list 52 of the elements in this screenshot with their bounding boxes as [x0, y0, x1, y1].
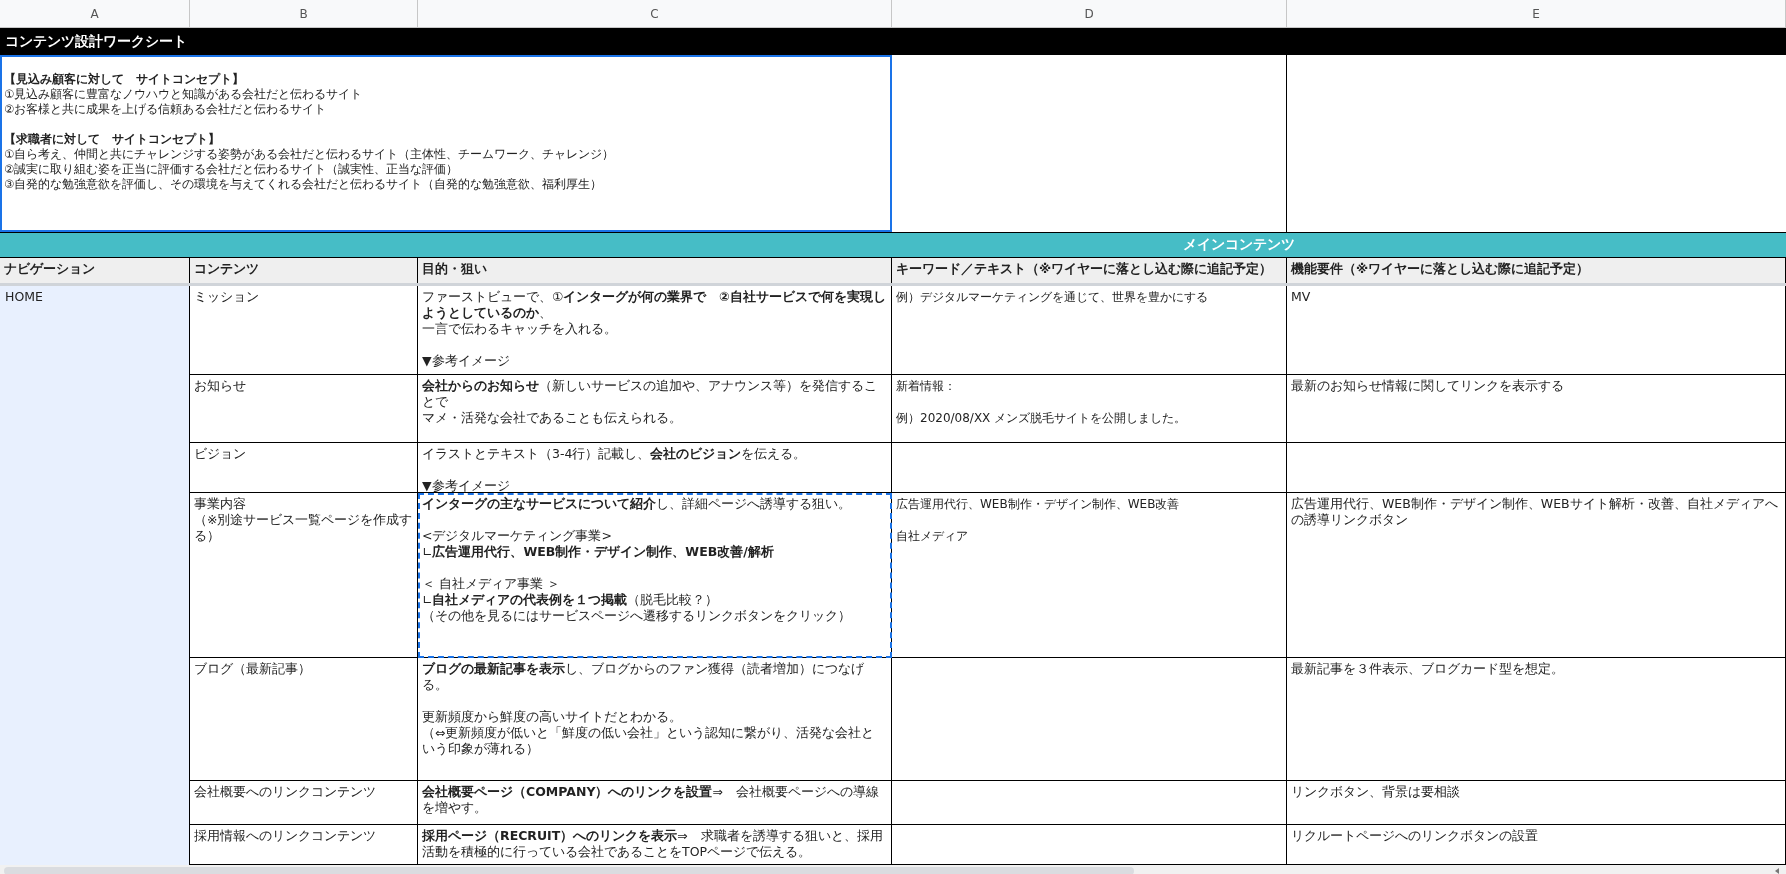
cell-text: （⇔更新頻度が低いと「鮮度の低い会社」という認知に繋がり、活発な会社という印象が薄れる）: [422, 725, 876, 757]
concept-heading: 【見込み顧客に対して サイトコンセプト】: [4, 72, 245, 87]
cell-text: イラストとテキスト（3-4行）記載し、会社のビジョンを伝える。: [422, 446, 808, 462]
nav-cell: HOME: [0, 286, 190, 865]
cell-text: ∟広告運用代行、WEB制作・デザイン制作、WEB改善/解析: [422, 544, 775, 560]
cell-text: MV: [1291, 289, 1312, 305]
cell-text: 新着情報：: [896, 378, 957, 394]
cell-text: 例）2020/08/XX メンズ脱毛サイトを公開しました。: [896, 410, 1188, 426]
cell-text: リクルートページへのリンクボタンの設置: [1291, 828, 1539, 844]
cell-text: 広告運用代行、WEB制作・デザイン制作、WEB改善: [896, 496, 1181, 512]
concept-text: ②お客様と共に成果を上げる信頼ある会社だと伝わるサイト: [4, 102, 328, 117]
header-cell: キーワード／テキスト（※ワイヤーに落とし込む際に追記予定）: [892, 258, 1287, 283]
concept-heading: 【求職者に対して サイトコンセプト】: [4, 132, 221, 147]
cell-text: <デジタルマーケティング事業>: [422, 528, 613, 544]
cell-text: マメ・活発な会社であることも伝えられる。: [422, 410, 683, 426]
cell-text: ブログの最新記事を表示し、ブログからのファン獲得（読者増加）につなげる。: [422, 661, 865, 693]
sheet-title: コンテンツ設計ワークシート: [0, 28, 1786, 55]
cell-text: （その他を見るにはサービスページへ遷移するリンクボタンをクリック）: [422, 608, 852, 624]
header-cell: 機能要件（※ワイヤーに落とし込む際に追記予定）: [1287, 258, 1786, 283]
header-cell: 目的・狙い: [418, 258, 892, 283]
section-title: メインコンテンツ: [1183, 235, 1295, 254]
concept-text: ①見込み顧客に豊富なノウハウと知識がある会社だと伝わるサイト: [4, 87, 364, 102]
cell-text: 最新記事を３件表示、ブログカード型を想定。: [1291, 661, 1565, 677]
cell-text: 一言で伝わるキャッチを入れる。: [422, 321, 618, 337]
cell-text: 会社概要ページ（COMPANY）へのリンクを設置⇒ 会社概要ページへの導線を増やす。: [422, 784, 880, 816]
cell-text: インターグの主なサービスについて紹介し、詳細ページへ誘導する狙い。: [422, 496, 852, 512]
cell-text: 広告運用代行、WEB制作・デザイン制作、WEBサイト解析・改善、自社メディアへの誘導リンクボタン: [1291, 496, 1779, 528]
cell-text: 採用情報へのリンクコンテンツ: [194, 828, 377, 844]
cell-text: 会社からのお知らせ（新しいサービスの追加や、アナウンス等）を発信することで: [422, 378, 878, 410]
cell-text: ∟自社メディアの代表例を１つ掲載（脱毛比較？）: [422, 592, 720, 608]
cell-text: ビジョン: [194, 446, 247, 462]
cell-text: ミッション: [194, 289, 260, 305]
cell-text: ブログ（最新記事）: [194, 661, 312, 677]
cell-text: 会社概要へのリンクコンテンツ: [194, 784, 377, 800]
cell-text: ▼参考イメージ: [422, 353, 511, 369]
concept-text: ③自発的な勉強意欲を評価し、その環境を与えてくれる会社だと伝わるサイト（自発的な勉強意欲、福利厚生）: [4, 177, 604, 192]
cell-text: 最新のお知らせ情報に関してリンクを表示する: [1291, 378, 1565, 394]
cell-text: 自社メディア: [896, 528, 969, 544]
cell-text: ファーストビューで、①インターグが何の業界で ②自社サービスで何を実現しようとしているのか、: [422, 289, 887, 321]
header-cell: コンテンツ: [190, 258, 418, 283]
cell-text: 更新頻度から鮮度の高いサイトだとわかる。: [422, 709, 683, 725]
concept-text: ②誠実に取り組む姿を正当に評価する会社だと伝わるサイト（誠実性、正当な評価）: [4, 162, 460, 177]
cell-text: リンクボタン、背景は要相談: [1291, 784, 1461, 800]
cell-text: （※別途サービス一覧ページを作成する）: [194, 512, 413, 544]
cell-text: ▼参考イメージ: [422, 478, 511, 492]
concept-text: ①自ら考え、仲間と共にチャレンジする姿勢がある会社だと伝わるサイト（主体性、チームワーク、チャレンジ）: [4, 147, 616, 162]
header-cell: ナビゲーション: [0, 258, 190, 283]
cell-text: 事業内容: [194, 496, 247, 512]
cell-text: 採用ページ（RECRUIT）へのリンクを表示⇒ 求職者を誘導する狙いと、採用活動を積極的に行っている会社であることをTOPページで伝える。: [422, 828, 884, 860]
cell-text: ＜ 自社メディア事業 ＞: [422, 576, 561, 592]
cell-text: お知らせ: [194, 378, 247, 394]
cell-text: 例）デジタルマーケティングを通じて、世界を豊かにする: [896, 289, 1209, 305]
